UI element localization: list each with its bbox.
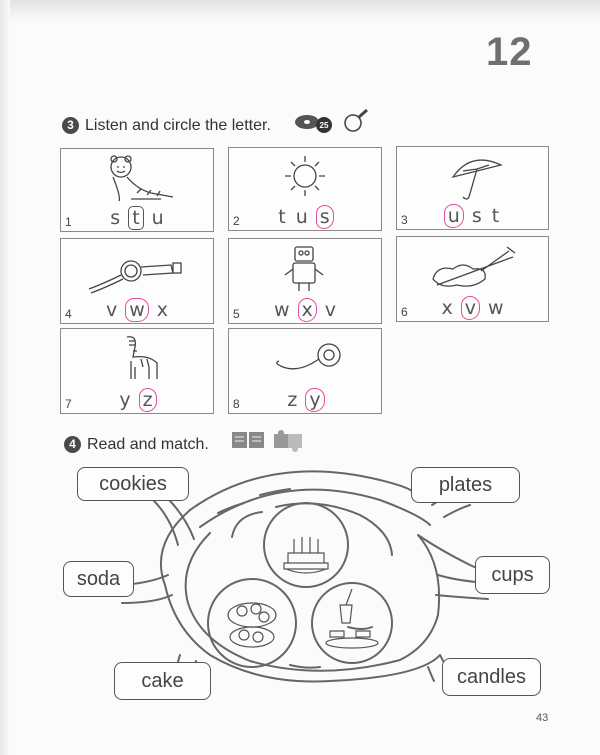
- letter-option-circled[interactable]: v: [460, 296, 480, 320]
- letter-option-circled[interactable]: x: [297, 298, 317, 322]
- workbook-page: 12 3 Listen and circle the letter. 25 1 …: [0, 0, 600, 755]
- letter-option[interactable]: x: [439, 297, 454, 319]
- sun-icon: [285, 156, 325, 196]
- letter-option[interactable]: t: [276, 206, 287, 228]
- letter-option[interactable]: y: [117, 389, 132, 411]
- page-number: 12: [486, 30, 533, 74]
- card-4: 4 vwx: [60, 238, 214, 324]
- card-5: 5 wxv: [228, 238, 382, 324]
- card-8: 8 zy: [228, 328, 382, 414]
- umbrella-icon: [451, 159, 503, 200]
- yoyo-icon: [276, 343, 341, 370]
- word-cake[interactable]: cake: [114, 662, 211, 700]
- footer-page-number: 43: [536, 712, 549, 724]
- letter-choices: yz: [61, 388, 213, 412]
- letter-choices: xvw: [397, 296, 548, 320]
- letter-choices: tus: [229, 205, 381, 229]
- word-cookies[interactable]: cookies: [77, 467, 189, 501]
- letter-option-circled[interactable]: u: [443, 204, 464, 228]
- letter-option-circled[interactable]: t: [128, 206, 144, 230]
- exercise-4-instruction: Read and match.: [87, 436, 209, 453]
- letter-choices: wxv: [229, 298, 381, 322]
- letter-option-circled[interactable]: y: [305, 388, 325, 412]
- tiger-icon: [110, 155, 174, 202]
- letter-option[interactable]: v: [323, 299, 338, 321]
- letter-option-circled[interactable]: z: [138, 388, 157, 412]
- exercise-3-heading: 3 Listen and circle the letter.: [62, 117, 271, 135]
- watch-icon: [88, 260, 182, 294]
- letter-option[interactable]: z: [285, 389, 299, 411]
- word-candles[interactable]: candles: [442, 658, 541, 696]
- violin-icon: [432, 246, 516, 287]
- puzzle-icon: [274, 430, 302, 452]
- book-icon: [232, 430, 302, 452]
- letter-option-circled[interactable]: s: [315, 205, 334, 229]
- cups-soda-icon: [325, 588, 379, 649]
- exercise-3-instruction: Listen and circle the letter.: [85, 117, 271, 134]
- cookies-plate-icon: [227, 602, 277, 648]
- word-plates[interactable]: plates: [411, 467, 520, 503]
- letter-choices: zy: [229, 388, 381, 412]
- letter-option[interactable]: t: [490, 205, 501, 227]
- robot-icon: [284, 246, 324, 291]
- letter-choices: stu: [61, 206, 213, 230]
- exercise-4-number: 4: [64, 436, 81, 453]
- word-soda[interactable]: soda: [63, 561, 134, 597]
- word-cups[interactable]: cups: [475, 556, 550, 594]
- letter-option[interactable]: s: [470, 205, 484, 227]
- letter-option[interactable]: w: [486, 297, 506, 319]
- letter-option[interactable]: w: [272, 299, 292, 321]
- exercise-4-heading: 4 Read and match.: [64, 436, 209, 454]
- card-2: 2 tus: [228, 147, 382, 231]
- page-shadow-top: [0, 0, 600, 22]
- food-drawings: [227, 537, 379, 649]
- card-3: 3 ust: [396, 146, 549, 230]
- card-1: 1 stu: [60, 148, 214, 232]
- letter-choices: ust: [397, 204, 548, 228]
- zebra-icon: [126, 336, 158, 379]
- magnifier-icon: [344, 108, 368, 132]
- cd-audio-icon: 25: [295, 108, 368, 133]
- track-number: 25: [320, 121, 329, 130]
- card-6: 6 xvw: [396, 236, 549, 322]
- birthday-cake-icon: [283, 537, 329, 574]
- card-7: 7 yz: [60, 328, 214, 414]
- letter-option-circled[interactable]: w: [125, 298, 149, 322]
- letter-option[interactable]: u: [294, 206, 310, 228]
- letter-option[interactable]: u: [150, 207, 166, 229]
- letter-option[interactable]: s: [108, 207, 122, 229]
- exercise-3-icons: 25: [293, 108, 383, 141]
- letter-choices: vwx: [61, 298, 213, 322]
- letter-option[interactable]: x: [155, 299, 170, 321]
- letter-option[interactable]: v: [104, 299, 119, 321]
- exercise-3-number: 3: [62, 117, 79, 134]
